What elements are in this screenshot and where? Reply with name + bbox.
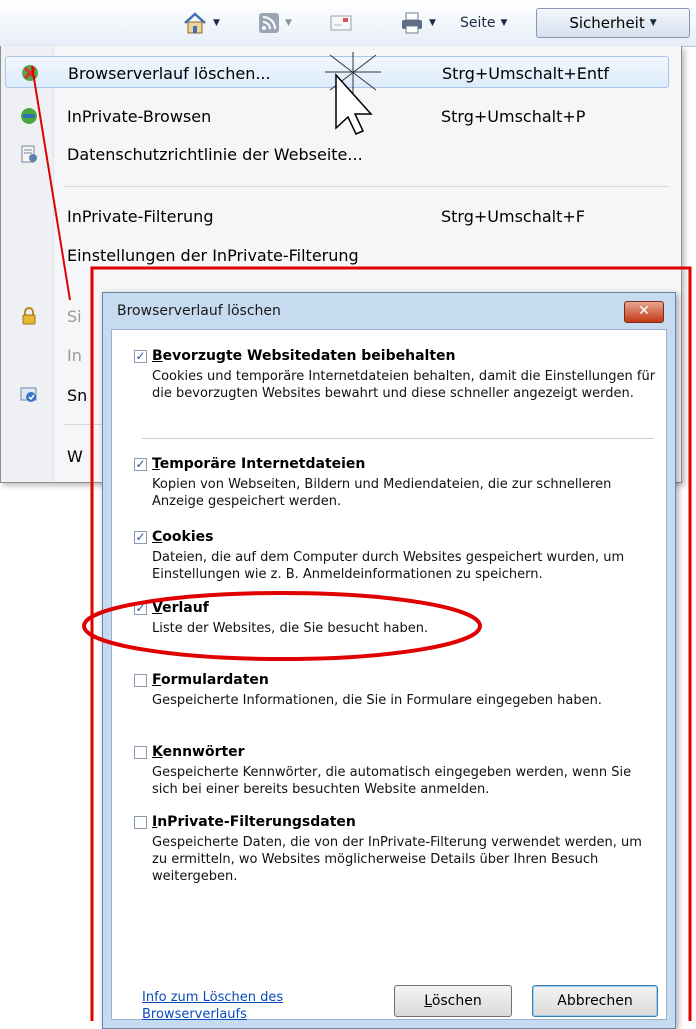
inprivate-icon: [21, 108, 37, 124]
option-title-text: ookies: [162, 529, 214, 545]
option-title: Bevorzugte Websitedaten beibehalten: [152, 348, 456, 364]
option-description: Dateien, die auf dem Computer durch Webs…: [152, 550, 625, 582]
option-title: Verlauf: [152, 600, 209, 616]
delete-button-accesskey: L: [424, 993, 432, 1009]
printer-icon: [402, 12, 422, 34]
option-description: Kopien von Webseiten, Bildern und Medien…: [152, 477, 612, 509]
menu-item-label: Sn: [67, 386, 88, 405]
mail-button[interactable]: [330, 10, 352, 36]
menu-item-label: Einstellungen der InPrivate-Filterung: [67, 246, 359, 265]
menu-item-label: In: [67, 346, 82, 365]
option-title-text: nPrivate-Filterungsdaten: [157, 814, 356, 830]
option-title-text: ennwörter: [162, 744, 245, 760]
menu-item-label: Si: [67, 307, 82, 326]
option-description: Cookies und temporäre Internetdateien be…: [152, 369, 656, 401]
menu-item-inprivate-filtering[interactable]: InPrivate-Filterung Strg+Umschalt+F: [5, 200, 669, 232]
print-dropdown-caret[interactable]: ▼: [429, 18, 436, 28]
menu-item-label: Datenschutzrichtlinie der Webseite...: [67, 145, 363, 164]
checkbox-preserve-favorites[interactable]: ✓: [134, 350, 147, 363]
close-button[interactable]: ✕: [624, 301, 664, 323]
option-title-text: evorzugte Websitedaten beibehalten: [162, 348, 456, 364]
delete-history-dialog: Browserverlauf löschen ✕ ✓ Bevorzugte We…: [102, 292, 676, 1029]
page-menu-button[interactable]: Seite ▼: [460, 10, 507, 36]
option-title-accesskey: V: [152, 600, 163, 616]
menu-item-label: InPrivate-Filterung: [67, 207, 214, 226]
smartscreen-icon: [20, 387, 37, 402]
checkbox-form-data[interactable]: [134, 674, 147, 687]
menu-item-delete-history[interactable]: Browserverlauf löschen... Strg+Umschalt+…: [5, 56, 669, 88]
option-description: Gespeicherte Daten, die von der InPrivat…: [152, 835, 642, 884]
menu-item-privacy-policy[interactable]: Datenschutzrichtlinie der Webseite...: [5, 138, 669, 170]
option-description: Liste der Websites, die Sie besucht habe…: [152, 621, 429, 636]
mail-icon: [330, 15, 352, 31]
checkbox-inprivate-filter-data[interactable]: [134, 816, 147, 829]
home-icon: [184, 12, 206, 34]
help-link-delete-history[interactable]: Info zum Löschen des Browserverlaufs: [142, 989, 312, 1023]
option-title: InPrivate-Filterungsdaten: [152, 814, 356, 830]
rss-icon: [259, 13, 279, 33]
option-title-accesskey: K: [152, 744, 163, 760]
checkbox-passwords[interactable]: [134, 746, 147, 759]
dialog-title: Browserverlauf löschen: [117, 303, 281, 319]
menu-item-shortcut: Strg+Umschalt+P: [441, 107, 586, 126]
checkbox-history[interactable]: ✓: [134, 602, 147, 615]
privacy-policy-icon: [21, 145, 37, 163]
home-dropdown-caret[interactable]: ▼: [213, 18, 220, 28]
menu-separator: [63, 186, 669, 187]
option-title-accesskey: F: [152, 672, 161, 688]
menu-item-label: Browserverlauf löschen...: [68, 64, 271, 83]
ie-command-bar: ▼ ▼ ▼ Seite ▼ Sicherheit ▼: [0, 0, 696, 47]
checkbox-temp-files[interactable]: ✓: [134, 458, 147, 471]
page-menu-label: Seite: [460, 15, 496, 31]
option-title-accesskey: T: [152, 456, 160, 472]
feeds-dropdown-caret[interactable]: ▼: [285, 18, 292, 28]
delete-button-label: öschen: [431, 993, 482, 1009]
delete-button[interactable]: Löschen: [394, 985, 512, 1017]
print-button[interactable]: ▼: [400, 10, 436, 36]
chevron-down-icon: ▼: [649, 18, 657, 28]
security-menu-label: Sicherheit: [569, 14, 645, 32]
lock-icon: [22, 307, 36, 325]
option-title: Formulardaten: [152, 672, 269, 688]
option-description: Gespeicherte Kennwörter, die automatisch…: [152, 765, 632, 797]
checkbox-cookies[interactable]: ✓: [134, 531, 147, 544]
menu-item-inprivate-filter-settings[interactable]: Einstellungen der InPrivate-Filterung: [5, 239, 669, 271]
option-title: Temporäre Internetdateien: [152, 456, 365, 472]
option-title-text: erlauf: [162, 600, 209, 616]
security-menu-button[interactable]: Sicherheit ▼: [536, 8, 690, 38]
option-title-accesskey: B: [152, 348, 163, 364]
menu-item-shortcut: Strg+Umschalt+F: [441, 207, 585, 226]
home-button[interactable]: ▼: [182, 10, 220, 36]
option-title-text: emporäre Internetdateien: [159, 456, 366, 472]
chevron-down-icon: ▼: [500, 18, 508, 28]
feeds-button[interactable]: ▼: [258, 10, 292, 36]
option-title-accesskey: C: [152, 529, 163, 545]
delete-history-icon: [22, 65, 38, 81]
option-title-text: ormulardaten: [161, 672, 269, 688]
cancel-button[interactable]: Abbrechen: [532, 985, 658, 1017]
option-description: Gespeicherte Informationen, die Sie in F…: [152, 693, 602, 708]
menu-item-inprivate-browsing[interactable]: InPrivate-Browsen Strg+Umschalt+P: [5, 100, 669, 132]
option-title: Kennwörter: [152, 744, 245, 760]
option-title: Cookies: [152, 529, 213, 545]
menu-item-label: W: [67, 447, 83, 466]
dialog-content: ✓ Bevorzugte Websitedaten beibehalten Co…: [111, 329, 667, 1023]
menu-item-shortcut: Strg+Umschalt+Entf: [442, 64, 609, 83]
menu-item-label: InPrivate-Browsen: [67, 107, 212, 126]
close-icon: ✕: [638, 303, 650, 319]
dialog-separator: [142, 438, 654, 439]
